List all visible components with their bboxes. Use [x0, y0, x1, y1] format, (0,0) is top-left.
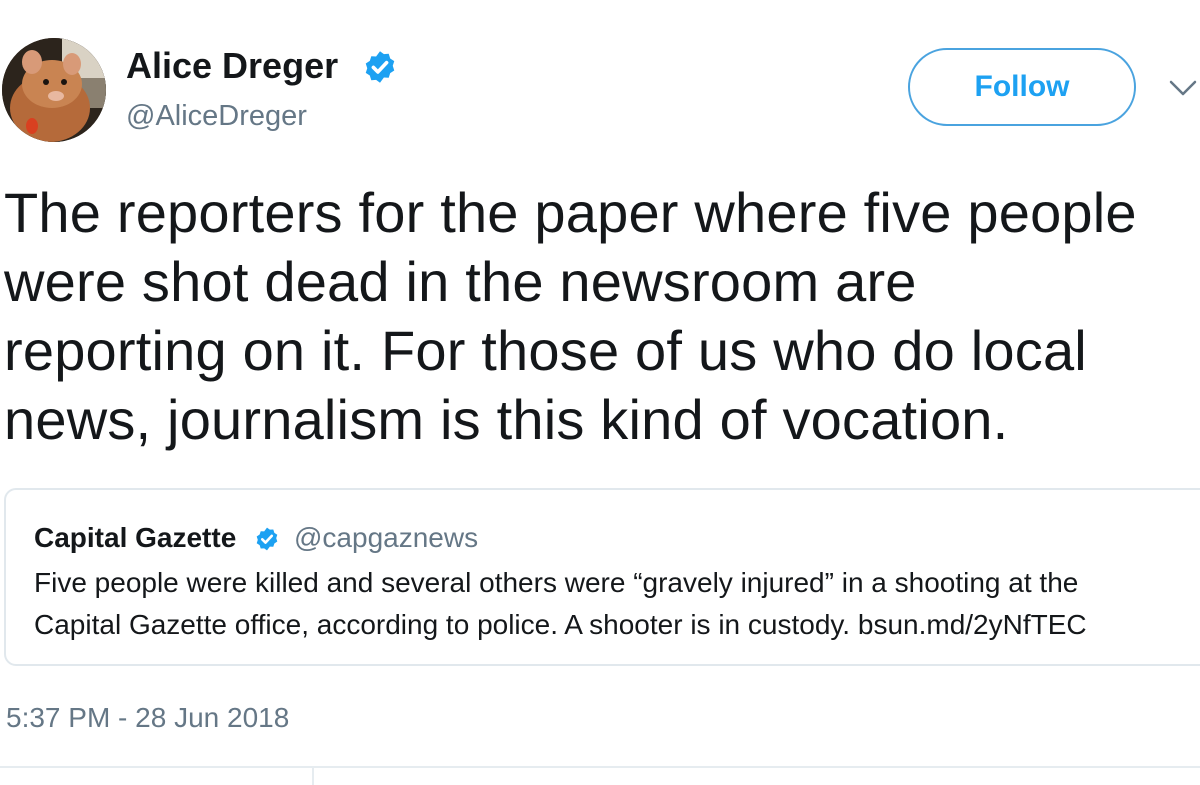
quoted-tweet-text: Five people were killed and several othe… [34, 567, 1087, 640]
avatar[interactable] [2, 38, 106, 142]
follow-button[interactable]: Follow [908, 48, 1136, 126]
quoted-handle: @capgaznews [294, 522, 479, 553]
tweet-text: The reporters for the paper where five p… [4, 181, 1137, 451]
verified-badge-icon [362, 49, 398, 85]
author-display-name[interactable]: Alice Dreger [126, 44, 338, 88]
author-handle[interactable]: @AliceDreger [126, 98, 307, 134]
rat-avatar-icon [2, 38, 106, 142]
quoted-tweet-card[interactable]: Capital Gazette @capgaznews Five people … [4, 488, 1200, 666]
tweet-timestamp[interactable]: 5:37 PM - 28 Jun 2018 [6, 700, 289, 736]
divider [0, 766, 1200, 768]
verified-badge-icon [254, 526, 280, 552]
chevron-down-icon[interactable] [1168, 78, 1198, 98]
divider [312, 768, 314, 785]
quoted-display-name: Capital Gazette [34, 522, 237, 553]
